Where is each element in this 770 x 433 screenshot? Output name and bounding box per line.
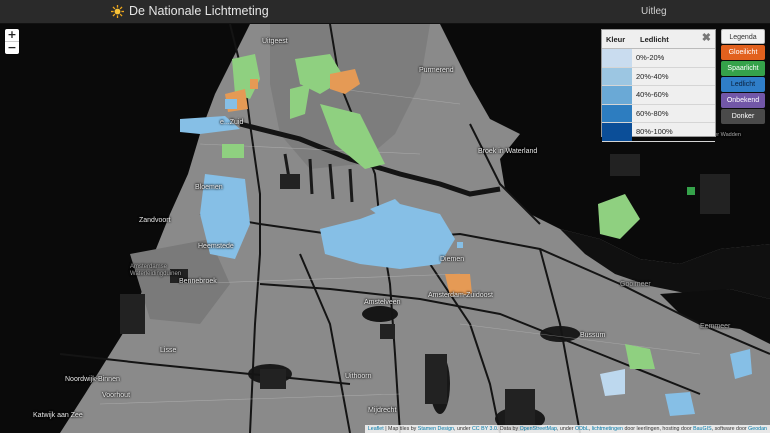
attribution-leaflet-link[interactable]: Leaflet — [368, 426, 384, 432]
map-label-bennebroek: Bennebroek — [179, 278, 217, 285]
map-label-eemmeer: Eemmeer — [700, 323, 731, 330]
close-icon[interactable]: ✖ — [702, 31, 711, 44]
legend-color-swatch — [602, 104, 632, 122]
brand[interactable]: De Nationale Lichtmeting — [111, 4, 269, 18]
legend-button-gloeilicht[interactable]: Gloeilicht — [721, 45, 765, 60]
attribution-text: , software door — [711, 426, 749, 432]
legend-button-onbekend[interactable]: Onbekend — [721, 93, 765, 108]
map-label-zandvoort: Zandvoort — [139, 217, 171, 224]
attribution-text: , under — [556, 426, 575, 432]
legend-range-label: 60%-80% — [636, 108, 669, 118]
legend-button-ledlicht[interactable]: Ledlicht — [721, 77, 765, 92]
zoom-control: + − — [5, 29, 19, 54]
map-label-gooimeer: Gooimeer — [620, 281, 651, 288]
map-label-noordwijk-binnen: Noordwijk-Binnen — [65, 376, 120, 383]
legend-row: 0%-20% — [602, 49, 715, 68]
legend-row: 80%-100% — [602, 123, 715, 142]
nav-link-uitleg[interactable]: Uitleg — [641, 6, 667, 17]
map-label-amsterdam-zuidoost: Amsterdam-Zuidoost — [428, 292, 493, 299]
map-label-zaandam: e...Zuid — [220, 119, 244, 126]
attribution-baugis-link[interactable]: BauGIS — [693, 426, 712, 432]
ledlicht-legend-panel: Kleur Ledlicht ✖ 0%-20% 20%-40% 40%-60% 60%… — [601, 29, 716, 142]
legend-range-label: 40%-60% — [636, 90, 669, 100]
map-label-diemen: Diemen — [440, 256, 465, 263]
top-navbar: De Nationale Lichtmeting Uitleg — [0, 0, 770, 24]
map-label-broek-in-waterland: Broek in Waterland — [478, 148, 538, 155]
map-label-voorhout: Voorhout — [102, 392, 131, 399]
map-label-mijdrecht: Mijdrecht — [368, 407, 397, 414]
legend-col-value: Ledlicht — [640, 34, 669, 44]
sun-logo-icon — [111, 4, 124, 18]
map-label-katwijk-aan-zee: Katwijk aan Zee — [33, 412, 83, 419]
map-label-waterleidingduinen: Amsterdamse Waterleidingduinen — [130, 264, 182, 277]
legend-range-label: 80%-100% — [636, 127, 673, 137]
map-attribution: Leaflet | Map tiles by Stamen Design, un… — [364, 425, 770, 433]
map-label-bloemendaal: Bloemen — [195, 184, 223, 191]
attribution-ccby-link[interactable]: CC BY 3.0 — [472, 426, 497, 432]
attribution-text: door leerlingen, hosting door — [622, 426, 694, 432]
attribution-text: . Data by — [496, 426, 520, 432]
legend-row: 60%-80% — [602, 104, 715, 123]
attribution-odbl-link[interactable]: ODbL — [575, 426, 589, 432]
zoom-out-button[interactable]: − — [5, 42, 19, 54]
attribution-geodan-link[interactable]: Geodan — [748, 426, 767, 432]
legend-button-legenda[interactable]: Legenda — [721, 29, 765, 44]
legend-range-label: 20%-40% — [636, 71, 669, 81]
legend-color-swatch — [602, 86, 632, 104]
map-label-bussum: Bussum — [580, 332, 606, 339]
map-label-uitgeest: Uitgeest — [262, 38, 288, 45]
legend-color-swatch — [602, 123, 632, 141]
map-label-amstelveen: Amstelveen — [364, 299, 401, 306]
attribution-text: | Map tiles by — [383, 426, 418, 432]
legend-color-swatch — [602, 67, 632, 85]
legend-col-color: Kleur — [606, 34, 626, 44]
map-label-purmerend: Purmerend — [419, 67, 454, 74]
app-title: De Nationale Lichtmeting — [129, 4, 269, 18]
attribution-stamen-link[interactable]: Stamen Design — [418, 426, 454, 432]
map-label-heemstede: Heemstede — [198, 243, 234, 250]
legend-row: 20%-40% — [602, 67, 715, 86]
map-label-uithoorn: Uithoorn — [345, 373, 372, 380]
attribution-osm-link[interactable]: OpenStreetMap — [520, 426, 557, 432]
legend-header-row: Kleur Ledlicht — [602, 30, 715, 49]
map-label-lisse: Lisse — [160, 347, 177, 354]
legend-row: 40%-60% — [602, 86, 715, 105]
legend-color-swatch — [602, 49, 632, 67]
legend-button-spaarlicht[interactable]: Spaarlicht — [721, 61, 765, 76]
attribution-text: , under — [454, 426, 472, 432]
legend-range-label: 0%-20% — [636, 53, 665, 63]
category-legend: Legenda Gloeilicht Spaarlicht Ledlicht Onbek… — [721, 29, 765, 125]
legend-button-donker[interactable]: Donker — [721, 109, 765, 124]
attribution-lichtmetingen-link[interactable]: lichtmetingen — [592, 426, 623, 432]
